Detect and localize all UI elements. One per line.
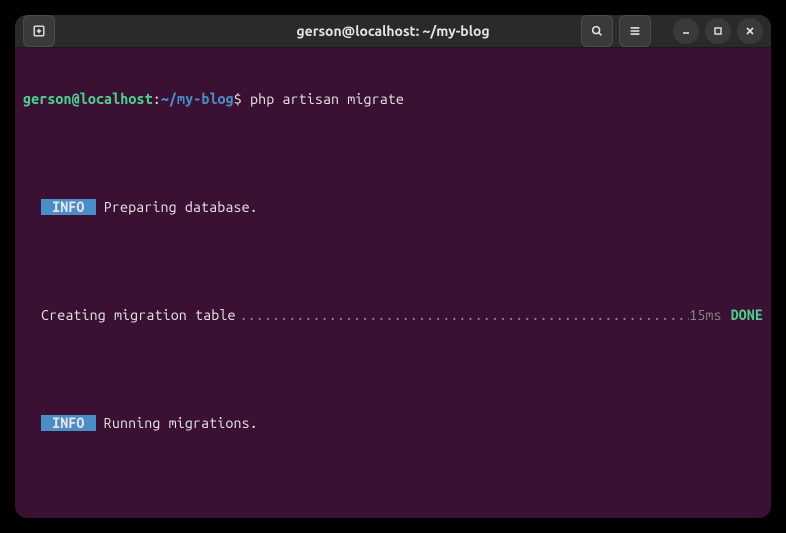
running-text: Running migrations. — [96, 415, 258, 431]
terminal-window: gerson@localhost: ~/my-blog — [15, 15, 771, 518]
info-badge: INFO — [41, 415, 96, 431]
info-running: INFO Running migrations. — [23, 414, 763, 432]
creating-label: Creating migration table — [41, 306, 236, 324]
info-preparing: INFO Preparing database. — [23, 198, 763, 216]
preparing-text: Preparing database. — [96, 199, 258, 215]
prompt-symbol: $ — [234, 91, 242, 107]
prompt-line: gerson@localhost:~/my-blog$ php artisan … — [23, 90, 763, 108]
window-title: gerson@localhost: ~/my-blog — [296, 23, 489, 39]
command-text: php artisan migrate — [250, 91, 404, 107]
terminal-content[interactable]: gerson@localhost:~/my-blog$ php artisan … — [15, 48, 771, 518]
minimize-button[interactable] — [673, 18, 699, 44]
new-tab-button[interactable] — [23, 15, 55, 47]
maximize-button[interactable] — [705, 18, 731, 44]
close-button[interactable] — [737, 18, 763, 44]
creating-migration-table: Creating migration table ...............… — [23, 306, 763, 324]
creating-time: 15ms — [689, 306, 730, 324]
search-button[interactable] — [581, 15, 613, 47]
menu-button[interactable] — [619, 15, 651, 47]
prompt-path: ~/my-blog — [161, 91, 234, 107]
titlebar: gerson@localhost: ~/my-blog — [15, 15, 771, 48]
creating-status: DONE — [731, 306, 763, 324]
dots: ........................................… — [236, 306, 690, 324]
info-badge: INFO — [41, 199, 96, 215]
prompt-sep: : — [153, 91, 161, 107]
prompt-user: gerson@localhost — [23, 91, 153, 107]
